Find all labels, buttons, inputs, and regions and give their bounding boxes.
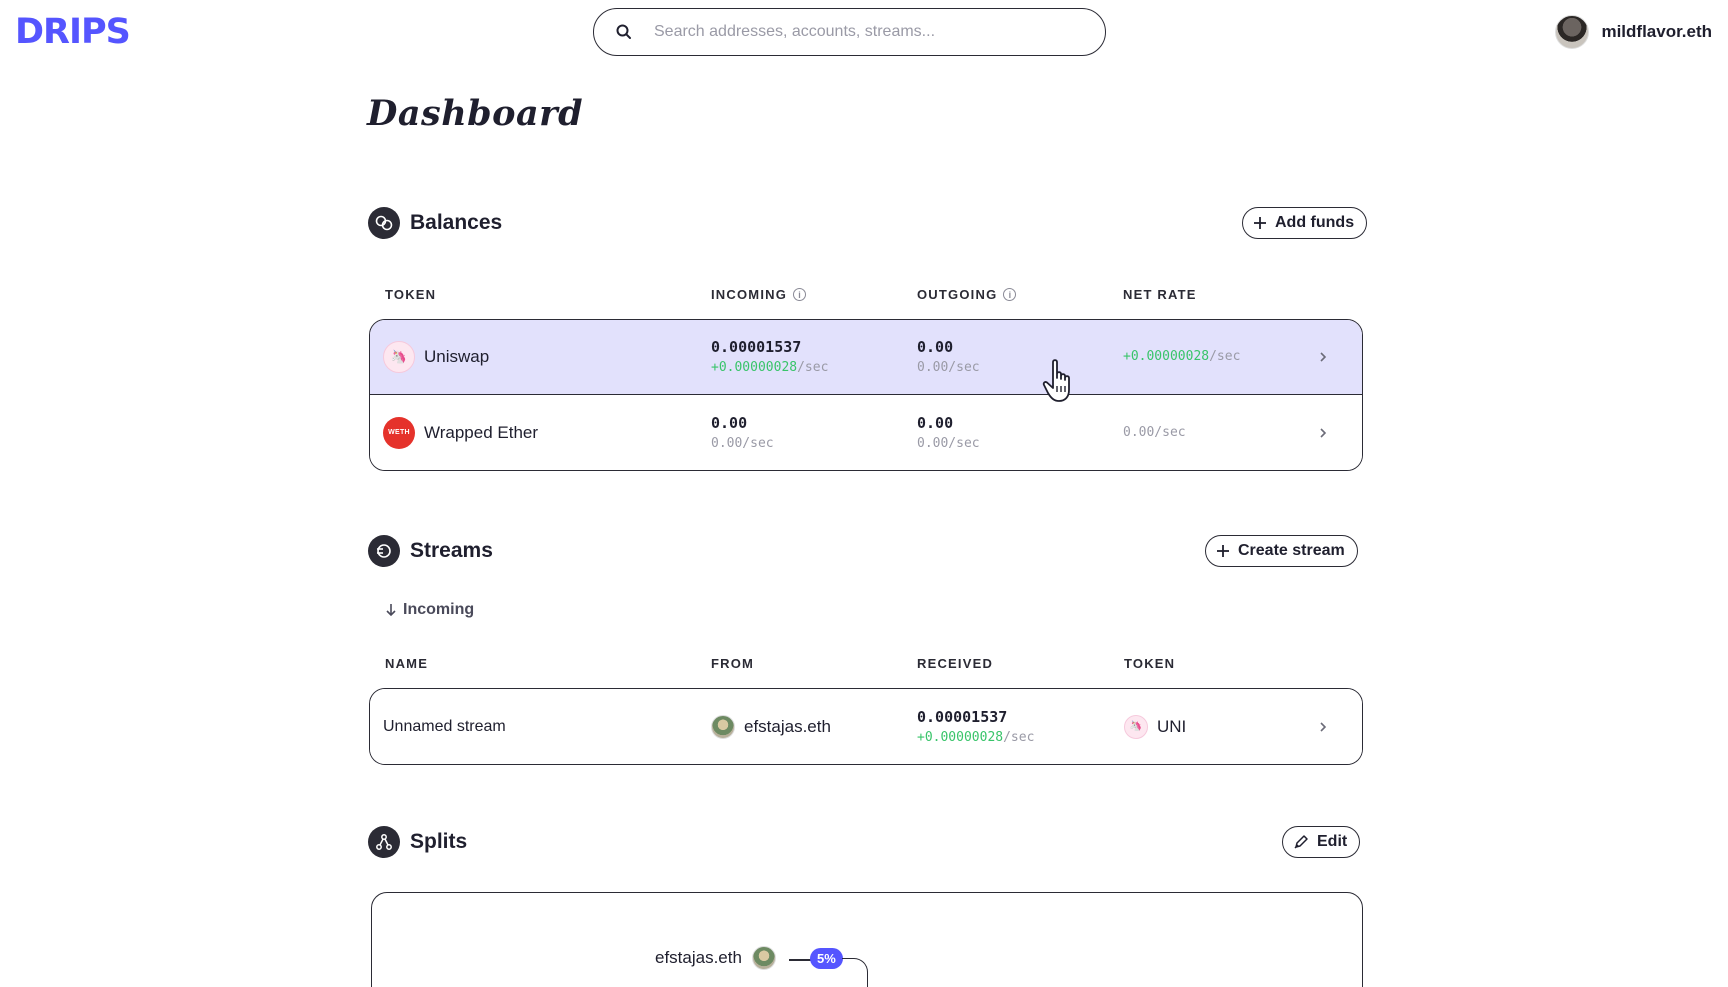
stream-name: Unnamed stream	[383, 717, 506, 735]
hand-cursor-icon	[1042, 359, 1070, 402]
net-rate-cell: 0.00/sec	[1123, 395, 1186, 470]
received-cell: 0.00001537 +0.00000028/sec	[917, 689, 1034, 764]
chevron-right-icon	[1320, 721, 1327, 732]
outgoing-cell: 0.00 0.00/sec	[917, 395, 980, 470]
received-amount: 0.00001537	[917, 707, 1008, 726]
token-cell: 🦄 UNI	[1124, 689, 1186, 764]
splits-header: Splits	[368, 826, 467, 858]
col-name: NAME	[385, 656, 429, 671]
splits-title: Splits	[410, 830, 468, 853]
col-from: FROM	[711, 656, 755, 671]
token-cell: 🦄 Uniswap	[383, 320, 489, 394]
token-cell: WETH Wrapped Ether	[383, 395, 538, 470]
split-percent-badge: 5%	[810, 948, 843, 969]
edit-label: Edit	[1317, 833, 1348, 850]
table-row[interactable]: WETH Wrapped Ether 0.00 0.00/sec 0.00 0.…	[370, 395, 1362, 470]
token-name: Wrapped Ether	[424, 422, 539, 442]
streams-table: Unnamed stream efstajas.eth 0.00001537 +…	[369, 688, 1363, 765]
uniswap-icon: 🦄	[1124, 714, 1148, 739]
table-row[interactable]: 🦄 Uniswap 0.00001537 +0.00000028/sec 0.0…	[370, 320, 1362, 395]
streams-header: Streams	[368, 535, 493, 567]
from-name[interactable]: efstajas.eth	[744, 717, 831, 737]
received-rate-value: +0.00000028	[917, 729, 1004, 745]
table-row[interactable]: Unnamed stream efstajas.eth 0.00001537 +…	[370, 689, 1362, 764]
streams-title: Streams	[410, 539, 493, 562]
top-bar: DRIPS mildflavor.eth	[0, 0, 1728, 64]
incoming-tab[interactable]: Incoming	[385, 601, 474, 619]
plus-icon	[1254, 217, 1266, 229]
user-avatar[interactable]	[1555, 15, 1590, 49]
efstajas-avatar	[711, 714, 735, 739]
uniswap-icon: 🦄	[383, 341, 415, 373]
drips-logo[interactable]: DRIPS	[15, 12, 131, 52]
split-connector	[789, 959, 811, 961]
balances-icon	[368, 207, 400, 239]
net-rate: 0.00/sec	[1123, 424, 1186, 440]
outgoing-cell: 0.00 0.00/sec	[917, 320, 980, 394]
add-funds-label: Add funds	[1275, 214, 1355, 231]
create-stream-button[interactable]: Create stream	[1205, 535, 1358, 567]
outgoing-rate: 0.00/sec	[917, 435, 980, 451]
col-incoming-label: INCOMING	[711, 287, 788, 302]
split-connector-curve	[842, 958, 868, 987]
outgoing-amount: 0.00	[917, 413, 954, 432]
split-node-name: efstajas.eth	[655, 948, 742, 967]
balances-title: Balances	[410, 211, 503, 234]
add-funds-button[interactable]: Add funds	[1242, 207, 1368, 239]
efstajas-avatar	[751, 946, 776, 970]
balances-table: 🦄 Uniswap 0.00001537 +0.00000028/sec 0.0…	[369, 319, 1363, 471]
col-token: TOKEN	[385, 287, 437, 302]
net-rate-unit: /sec	[1209, 349, 1241, 364]
page-title: Dashboard	[367, 93, 584, 134]
info-icon[interactable]: i	[1003, 288, 1017, 301]
balances-header: Balances	[368, 207, 502, 239]
col-received: RECEIVED	[917, 656, 994, 671]
col-outgoing-label: OUTGOING	[917, 287, 998, 302]
user-name[interactable]: mildflavor.eth	[1601, 22, 1712, 42]
chevron-right-icon	[1320, 427, 1327, 438]
from-cell: efstajas.eth	[711, 689, 831, 764]
plus-icon	[1217, 545, 1229, 557]
info-icon[interactable]: i	[793, 288, 807, 301]
col-incoming: INCOMING i	[711, 287, 807, 302]
outgoing-rate: 0.00/sec	[917, 360, 980, 375]
search-icon	[594, 23, 644, 41]
col-net-rate: NET RATE	[1123, 287, 1197, 302]
net-rate-value: +0.00000028	[1123, 349, 1210, 364]
user-menu[interactable]: mildflavor.eth	[1555, 15, 1712, 49]
token-symbol: UNI	[1157, 716, 1187, 736]
col-outgoing: OUTGOING i	[917, 287, 1017, 302]
splits-graph: efstajas.eth 5%	[371, 892, 1363, 987]
edit-splits-button[interactable]: Edit	[1282, 826, 1361, 858]
col-token: TOKEN	[1124, 656, 1176, 671]
token-name: Uniswap	[424, 347, 490, 366]
arrow-down-icon	[386, 604, 396, 617]
incoming-amount: 0.00	[711, 413, 748, 432]
received-rate-unit: /sec	[1003, 729, 1035, 745]
chevron-right-icon	[1320, 352, 1327, 362]
incoming-cell: 0.00001537 +0.00000028/sec	[711, 320, 828, 394]
incoming-tab-label: Incoming	[403, 601, 475, 618]
incoming-cell: 0.00 0.00/sec	[711, 395, 774, 470]
incoming-rate-value: +0.00000028	[711, 360, 798, 375]
weth-icon: WETH	[383, 416, 415, 449]
incoming-rate-unit: /sec	[797, 360, 829, 375]
search-input[interactable]	[654, 23, 1074, 41]
streams-icon	[368, 535, 400, 567]
split-node[interactable]: efstajas.eth	[655, 946, 776, 970]
incoming-rate: 0.00/sec	[711, 435, 774, 451]
splits-icon	[368, 826, 400, 858]
incoming-amount: 0.00001537	[711, 338, 802, 356]
name-cell: Unnamed stream	[383, 689, 506, 764]
net-rate-cell: +0.00000028/sec	[1123, 320, 1240, 394]
pen-icon	[1294, 835, 1308, 849]
outgoing-amount: 0.00	[917, 338, 954, 356]
create-stream-label: Create stream	[1238, 542, 1345, 559]
search-bar[interactable]	[593, 8, 1106, 56]
